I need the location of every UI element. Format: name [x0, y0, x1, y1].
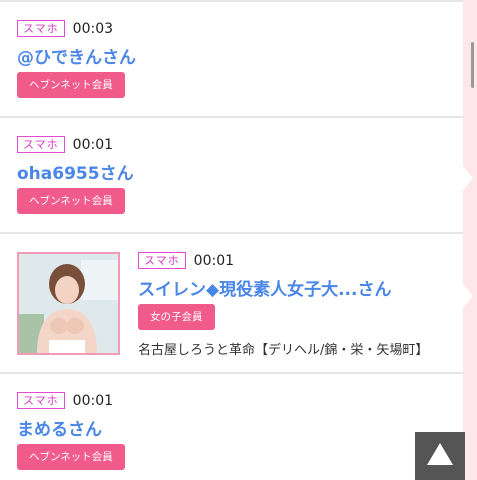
device-badge: スマホ [17, 136, 65, 153]
visit-time: 00:03 [72, 20, 114, 37]
profile-photo[interactable] [17, 252, 120, 355]
visitor-name-link[interactable]: スイレン◆現役素人女子大...さん [138, 275, 463, 300]
visit-time: 00:01 [72, 392, 114, 409]
visitor-list: スマホ 00:03 @ひできんさん ヘブンネット会員 スマホ 00:01 oha… [0, 0, 463, 480]
entry-meta: スマホ 00:01 [17, 392, 463, 409]
side-panel-notch [463, 166, 473, 190]
visitor-entry: スマホ 00:01 まめるさん ヘブンネット会員 [0, 374, 463, 480]
visit-time: 00:01 [193, 252, 235, 269]
member-type-button[interactable]: ヘブンネット会員 [17, 72, 125, 98]
scrollbar[interactable] [471, 42, 474, 88]
device-badge: スマホ [138, 252, 186, 269]
shop-name-link[interactable]: 名古屋しろうと革命【デリヘル/錦・栄・矢場町】 [138, 339, 463, 358]
entry-meta: スマホ 00:01 [138, 252, 463, 269]
member-type-button[interactable]: ヘブンネット会員 [17, 188, 125, 214]
entry-meta: スマホ 00:03 [17, 20, 463, 37]
member-type-button[interactable]: ヘブンネット会員 [17, 444, 125, 470]
device-badge: スマホ [17, 392, 65, 409]
member-type-button[interactable]: 女の子会員 [138, 304, 215, 330]
profile-photo-illustration [19, 254, 118, 353]
entry-meta: スマホ 00:01 [17, 136, 463, 153]
side-panel-notch [463, 284, 473, 308]
back-to-top-button[interactable] [415, 432, 465, 480]
device-badge: スマホ [17, 20, 65, 37]
visitor-entry: スマホ 00:01 oha6955さん ヘブンネット会員 [0, 118, 463, 232]
side-panel-edge [463, 0, 477, 480]
visit-time: 00:01 [72, 136, 114, 153]
visitor-name-link[interactable]: @ひできんさん [17, 43, 463, 68]
visitor-entry: スマホ 00:03 @ひできんさん ヘブンネット会員 [0, 2, 463, 116]
visitor-name-link[interactable]: oha6955さん [17, 159, 463, 184]
triangle-up-icon [427, 443, 453, 465]
visitor-entry: スマホ 00:01 スイレン◆現役素人女子大...さん 女の子会員 名古屋しろう… [0, 234, 463, 372]
visitor-name-link[interactable]: まめるさん [17, 415, 463, 440]
